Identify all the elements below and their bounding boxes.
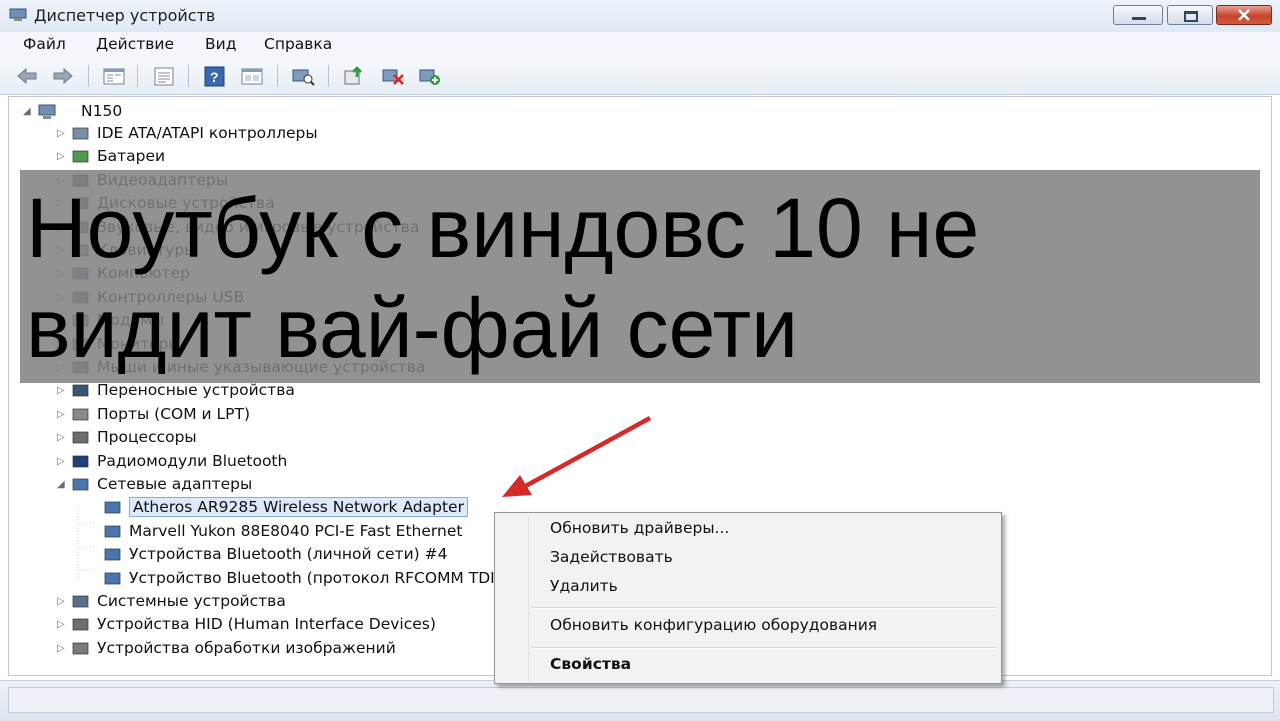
properties-icon[interactable] (152, 65, 176, 87)
tree-item-label: Устройства обработки изображений (97, 638, 396, 657)
device-category-icon (72, 619, 89, 631)
window-title: Диспетчер устройств (34, 6, 216, 25)
tree-item-label: Батареи (97, 147, 166, 166)
expand-icon[interactable]: ▷ (57, 385, 67, 397)
tree-item-label: Радиомодули Bluetooth (97, 451, 288, 470)
menu-bar: Файл Действие Вид Справка (0, 32, 1280, 58)
caption-text: Ноутбук с виндовс 10 не видит вай-фай се… (26, 178, 1256, 378)
context-menu: Обновить драйверы... Задействовать Удали… (494, 512, 1002, 684)
collapse-icon[interactable]: ◢ (23, 106, 33, 118)
menu-view[interactable]: Вид (205, 35, 236, 53)
caption-line-1: Ноутбук с виндовс 10 не (26, 181, 980, 275)
menu-file[interactable]: Файл (23, 35, 66, 53)
ctx-delete[interactable]: Удалить (550, 577, 618, 595)
view-icon[interactable] (240, 65, 264, 87)
tree-item-label: Устройства Bluetooth (личной сети) #4 (129, 545, 448, 564)
tree-item-label: Устройства HID (Human Interface Devices) (97, 615, 436, 634)
tree-item-label: Сетевые адаптеры (97, 475, 253, 493)
device-manager-icon (9, 8, 27, 21)
collapse-icon[interactable]: ◢ (57, 479, 67, 491)
ctx-properties[interactable]: Свойства (550, 655, 631, 673)
expand-icon[interactable]: ▷ (57, 151, 67, 163)
device-category-icon (72, 455, 89, 467)
close-icon (1238, 9, 1250, 21)
back-icon[interactable] (15, 65, 39, 87)
device-category-icon (104, 548, 121, 561)
device-category-icon (104, 525, 121, 538)
device-category-icon (104, 572, 121, 584)
enable-icon[interactable] (418, 65, 442, 87)
device-category-icon (72, 151, 89, 163)
ctx-scan-hardware[interactable]: Обновить конфигурацию оборудования (550, 616, 877, 634)
expand-icon[interactable]: ▷ (57, 596, 67, 608)
forward-icon[interactable] (51, 65, 75, 87)
tree-item-label: Устройство Bluetooth (протокол RFCOMM TD… (129, 568, 501, 587)
tree-item-label: Системные устройства (97, 592, 286, 610)
device-category-icon (72, 127, 89, 140)
tree-item-label: Процессоры (97, 428, 197, 447)
device-category-icon (72, 385, 89, 397)
computer-icon (38, 104, 56, 119)
tree-item-label: Переносные устройства (97, 381, 295, 400)
expand-icon[interactable]: ▷ (57, 456, 67, 468)
tree-lines (77, 507, 95, 581)
minimize-button[interactable] (1113, 5, 1163, 25)
device-category-icon (104, 502, 121, 514)
tree-item-label: Порты (COM и LPT) (97, 404, 251, 423)
disable-icon[interactable] (381, 65, 405, 87)
title-bar: Диспетчер устройств (0, 0, 1280, 33)
expand-icon[interactable]: ▷ (57, 128, 67, 140)
tree-item-label: Atheros AR9285 Wireless Network Adapter (129, 497, 468, 518)
close-button[interactable] (1216, 5, 1272, 25)
caption-overlay: Ноутбук с виндовс 10 не видит вай-фай се… (20, 170, 1260, 383)
expand-icon[interactable]: ▷ (57, 619, 67, 631)
update-driver-icon[interactable] (342, 65, 366, 87)
help-icon[interactable]: ? (203, 65, 227, 87)
ctx-enable[interactable]: Задействовать (550, 548, 673, 566)
svg-text:?: ? (210, 69, 219, 85)
status-bar (0, 680, 1280, 721)
ctx-update-drivers[interactable]: Обновить драйверы... (550, 519, 729, 537)
device-category-icon (72, 431, 89, 444)
menu-help[interactable]: Справка (264, 35, 332, 53)
scan-icon[interactable] (291, 65, 315, 87)
maximize-button[interactable] (1167, 5, 1213, 25)
caption-line-2: видит вай-фай сети (26, 281, 798, 375)
toolbar: ? (0, 58, 1280, 95)
status-panel (8, 687, 1274, 713)
device-category-icon (72, 642, 89, 655)
expand-icon[interactable]: ▷ (57, 432, 67, 444)
device-category-icon (72, 408, 89, 421)
tree-item-label: IDE ATA/ATAPI контроллеры (97, 124, 318, 142)
tree-view-icon[interactable] (102, 65, 126, 87)
tree-item-label: Marvell Yukon 88E8040 PCI-E Fast Etherne… (129, 521, 463, 540)
menu-action[interactable]: Действие (96, 35, 174, 53)
device-category-icon (72, 595, 89, 608)
expand-icon[interactable]: ▷ (57, 409, 67, 421)
root-label: N150 (81, 102, 123, 120)
expand-icon[interactable]: ▷ (57, 643, 67, 655)
device-category-icon (72, 478, 89, 491)
